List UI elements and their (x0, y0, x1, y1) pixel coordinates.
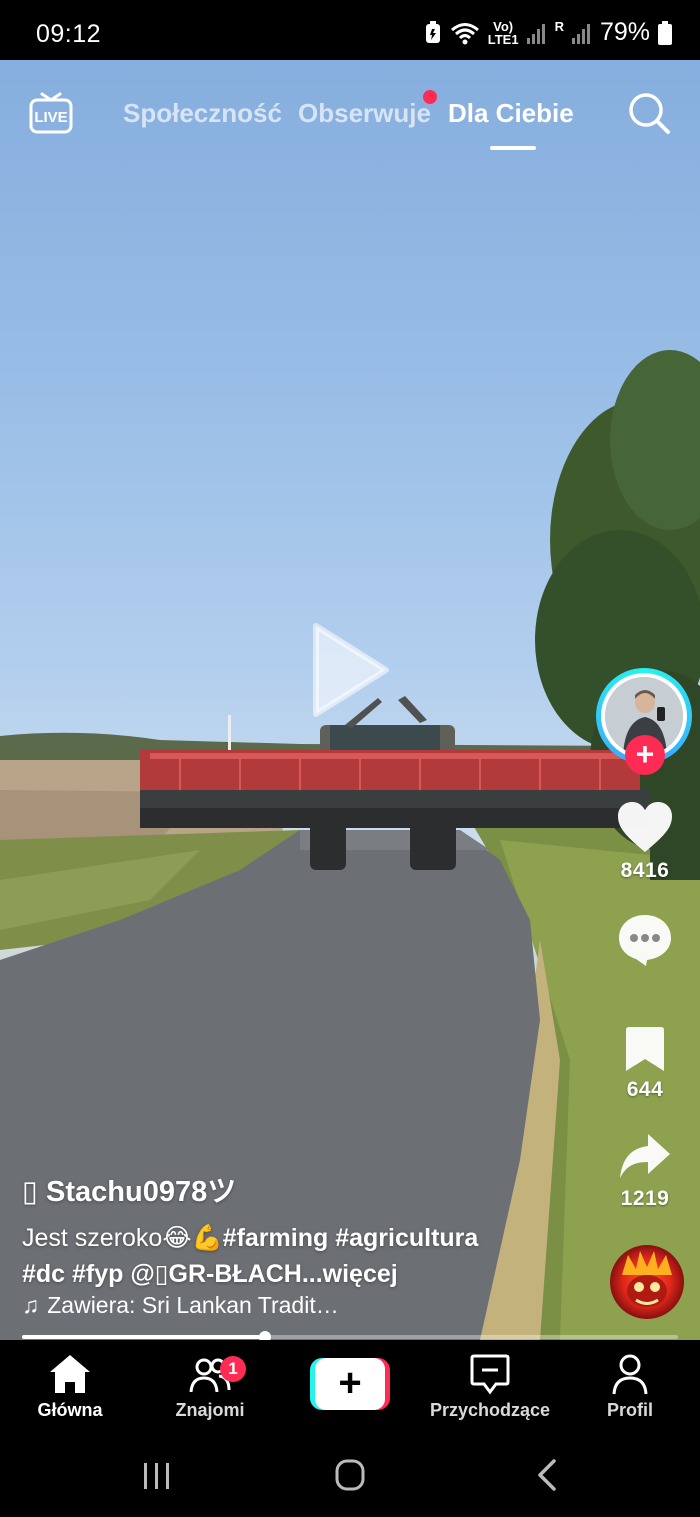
profile-icon (612, 1354, 648, 1395)
follow-button[interactable]: + (625, 735, 665, 775)
back-icon[interactable] (518, 1455, 578, 1495)
nav-profile[interactable]: Profil (560, 1352, 700, 1421)
active-tab-indicator (490, 146, 536, 150)
recent-apps-icon[interactable] (126, 1455, 186, 1495)
inbox-icon (470, 1354, 510, 1395)
friends-badge: 1 (220, 1356, 246, 1382)
svg-text:LIVE: LIVE (34, 109, 67, 126)
nav-profile-label: Profil (606, 1400, 653, 1420)
nav-inbox[interactable]: Przychodzące (420, 1352, 560, 1421)
signal-2-icon (571, 23, 590, 44)
system-navigation (0, 1435, 700, 1517)
heart-icon (618, 802, 672, 852)
like-count: 8416 (620, 859, 670, 882)
video-progress-bar[interactable] (22, 1331, 678, 1343)
home-icon (50, 1355, 90, 1393)
volte-bottom: LTE1 (487, 31, 519, 47)
caption-plain: Jest szeroko😂💪 (22, 1224, 223, 1252)
video-caption: ▯ Stachu0978ツ Jest szeroko😂💪#farming #ag… (22, 1168, 592, 1292)
like-button[interactable]: 8416 (605, 800, 685, 883)
nav-inbox-label: Przychodzące (429, 1400, 551, 1420)
nav-home-label: Główna (37, 1400, 103, 1420)
music-info[interactable]: ♫ Zawiera: Sri Lankan Tradit… (22, 1292, 339, 1319)
home-system-icon[interactable] (320, 1455, 380, 1495)
comment-icon (619, 915, 671, 966)
share-icon (620, 1134, 670, 1178)
nav-friends[interactable]: 1 Znajomi (140, 1352, 280, 1421)
notification-dot (423, 90, 437, 104)
create-button[interactable]: + (310, 1358, 390, 1410)
music-cover-icon (622, 1251, 672, 1307)
nav-home[interactable]: Główna (0, 1352, 140, 1421)
caption-text[interactable]: Jest szeroko😂💪#farming #agricultura #dc … (22, 1220, 592, 1292)
music-disc[interactable] (610, 1245, 684, 1319)
battery-saver-icon (425, 20, 440, 43)
tab-dla-ciebie[interactable]: Dla Ciebie (448, 98, 574, 129)
share-count: 1219 (620, 1187, 670, 1210)
music-title: Zawiera: Sri Lankan Tradit… (47, 1292, 339, 1318)
top-navigation: LIVE Społeczność Obserwuje Dla Ciebie (0, 60, 700, 160)
bookmark-button[interactable]: 644 (605, 1025, 685, 1102)
caption-hashtags-2[interactable]: #dc #fyp @▯GR-BŁACH (22, 1260, 302, 1288)
more-link[interactable]: ...więcej (302, 1260, 398, 1288)
battery-icon (658, 20, 672, 45)
caption-hashtags-1[interactable]: #farming #agricultura (223, 1224, 479, 1252)
battery-percent: 79% (599, 18, 650, 46)
signal-icon (526, 23, 545, 44)
bookmark-count: 644 (626, 1078, 664, 1101)
play-icon[interactable] (310, 620, 392, 720)
tab-obserwuje[interactable]: Obserwuje (298, 98, 431, 129)
status-icons: Vo) LTE1 R 79% (424, 18, 672, 47)
volte-indicator: Vo) LTE1 (488, 20, 519, 46)
status-time: 09:12 (36, 20, 102, 48)
share-button[interactable]: 1219 (605, 1132, 685, 1211)
status-bar: 09:12 Vo) LTE1 R 79% (0, 0, 700, 60)
comment-button[interactable] (605, 912, 685, 973)
video-progress-fill (22, 1335, 265, 1339)
music-note-icon: ♫ (22, 1292, 40, 1318)
wifi-icon (450, 22, 479, 44)
roaming-indicator: R (554, 19, 564, 34)
tab-spolecznosc[interactable]: Społeczność (123, 98, 282, 129)
nav-friends-label: Znajomi (175, 1400, 245, 1420)
volte-top: Vo) (493, 18, 514, 34)
creator-username[interactable]: ▯ Stachu0978ツ (22, 1168, 592, 1210)
bottom-navigation: Główna 1 Znajomi + Przychodzące Profil (0, 1340, 700, 1435)
plus-icon: + (315, 1358, 385, 1410)
live-tv-icon[interactable]: LIVE (28, 90, 74, 136)
search-icon[interactable] (626, 90, 672, 136)
bookmark-icon (626, 1027, 664, 1071)
